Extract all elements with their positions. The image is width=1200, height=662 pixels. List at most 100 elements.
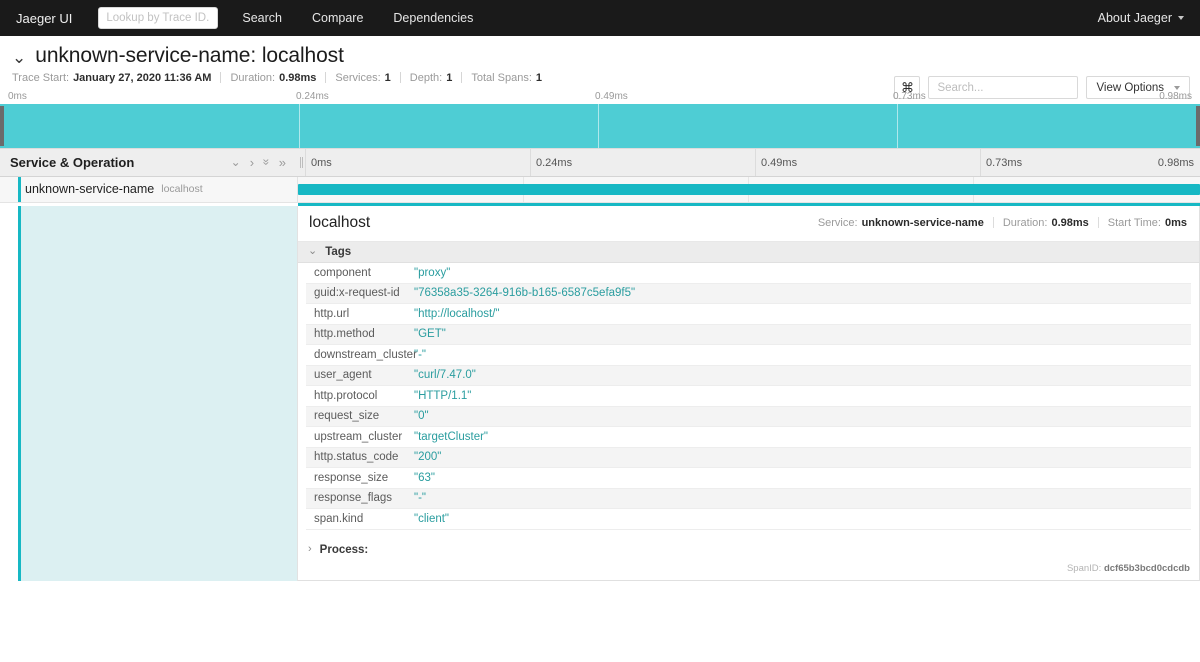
table-row: request_size "0" <box>306 406 1191 428</box>
detail-spacer <box>298 561 1199 580</box>
timeline-tick-3: 0.73ms <box>986 156 1023 169</box>
top-navbar: Jaeger UI Search Compare Dependencies Ab… <box>0 0 1200 36</box>
tags-accordion-header[interactable]: ⌄ Tags <box>298 241 1199 263</box>
page-bottom-whitespace <box>0 580 1200 662</box>
about-jaeger-menu[interactable]: About Jaeger <box>1098 11 1184 25</box>
page-title: unknown-service-name: localhost <box>35 44 344 67</box>
depth-label: Depth: <box>409 71 443 84</box>
table-row: guid:x-request-id "76358a35-3264-916b-b16… <box>306 283 1191 305</box>
span-detail-panel: localhost Service: unknown-service-name … <box>298 205 1200 581</box>
minimap-canvas[interactable] <box>0 103 1200 148</box>
minimap-selection-region[interactable] <box>0 103 1200 148</box>
span-detail-container: localhost Service: unknown-service-name … <box>0 205 1200 581</box>
minimap-tick-3: 0.73ms <box>893 90 926 102</box>
tag-key: http.status_code <box>306 447 406 469</box>
tag-value: "-" <box>406 344 1191 366</box>
tag-value: "targetCluster" <box>406 426 1191 448</box>
table-row: http.status_code "200" <box>306 447 1191 469</box>
double-chevron-down-icon[interactable]: » <box>259 159 273 166</box>
detail-starttime-value: 0ms <box>1164 216 1187 229</box>
span-duration-bar[interactable] <box>298 183 1200 195</box>
tag-key: response_flags <box>306 488 406 510</box>
table-row: user_agent "curl/7.47.0" <box>306 365 1191 387</box>
table-row: response_size "63" <box>306 467 1191 489</box>
table-row: downstream_cluster "-" <box>306 344 1191 366</box>
minimap-tick-labels: 0ms 0.24ms 0.49ms 0.73ms 0.98ms <box>0 90 1200 104</box>
minimap-gridline <box>897 103 898 148</box>
trace-start-label: Trace Start: <box>12 71 70 84</box>
table-row: http.url "http://localhost/" <box>306 303 1191 325</box>
tag-key: downstream_cluster <box>306 344 417 366</box>
timeline-scale-header: 0ms 0.24ms 0.49ms 0.73ms 0.98ms <box>305 148 1200 176</box>
table-row: http.protocol "HTTP/1.1" <box>306 385 1191 407</box>
double-chevron-right-icon[interactable]: » <box>279 156 286 169</box>
span-id-value: dcf65b3bcd0cdcdb <box>1103 562 1190 574</box>
about-jaeger-label: About Jaeger <box>1097 11 1172 25</box>
divider <box>399 72 401 84</box>
detail-service-label: Service: <box>817 216 858 229</box>
minimap-tick-2: 0.49ms <box>595 90 628 102</box>
trace-start-value: January 27, 2020 11:36 AM <box>73 71 212 84</box>
span-name-column[interactable]: unknown-service-name localhost <box>0 176 298 202</box>
chevron-down-icon[interactable]: ⌄ <box>12 49 26 66</box>
tag-value: "proxy" <box>406 262 1191 284</box>
tag-key: component <box>306 262 406 284</box>
tag-key: http.url <box>306 303 406 325</box>
duration-value: 0.98ms <box>279 71 317 84</box>
detail-duration-label: Duration: <box>1002 216 1048 229</box>
tag-key: http.protocol <box>306 385 406 407</box>
minimap-gridline <box>598 103 599 148</box>
tag-value: "HTTP/1.1" <box>406 385 1191 407</box>
nav-link-search[interactable]: Search <box>242 11 282 25</box>
span-id-footer: SpanID: dcf65b3bcd0cdcdb <box>1067 563 1190 574</box>
timeline-tick-4: 0.98ms <box>1157 156 1194 169</box>
trace-header: ⌄ unknown-service-name: localhost ⌘ View… <box>0 36 1200 99</box>
span-detail-header: localhost Service: unknown-service-name … <box>298 206 1199 242</box>
jaeger-brand[interactable]: Jaeger UI <box>16 11 72 26</box>
divider <box>461 72 463 84</box>
collapse-controls: ⌄ › » » <box>231 156 286 169</box>
tag-key: guid:x-request-id <box>306 283 406 305</box>
chevron-right-icon[interactable]: › <box>250 156 254 169</box>
tag-key: http.method <box>306 324 406 346</box>
trace-title-row: ⌄ unknown-service-name: localhost <box>10 44 1190 68</box>
minimap-drag-handle-right[interactable] <box>1196 105 1200 146</box>
total-spans-label: Total Spans: <box>471 71 532 84</box>
nav-link-compare[interactable]: Compare <box>312 11 363 25</box>
minimap-tick-0: 0ms <box>8 90 27 102</box>
nav-link-dependencies[interactable]: Dependencies <box>393 11 473 25</box>
tag-value: "76358a35-3264-916b-b165-6587c5efa9f5" <box>406 283 1191 305</box>
nav-links: Search Compare Dependencies <box>242 11 473 25</box>
table-row: upstream_cluster "targetCluster" <box>306 426 1191 448</box>
minimap-gridline <box>299 103 300 148</box>
minimap-tick-1: 0.24ms <box>296 90 329 102</box>
depth-value: 1 <box>446 71 453 84</box>
process-accordion-header[interactable]: › Process: <box>298 539 1199 561</box>
chevron-down-icon[interactable]: ⌄ <box>231 156 241 168</box>
minimap-tick-4: 0.98ms <box>1159 90 1192 102</box>
column-resize-handle[interactable] <box>298 148 305 176</box>
tag-key: request_size <box>306 406 406 428</box>
tag-key: response_size <box>306 467 406 489</box>
trace-id-lookup-input[interactable] <box>98 7 219 29</box>
duration-label: Duration: <box>230 71 276 84</box>
detail-service-value: unknown-service-name <box>861 216 984 229</box>
trace-minimap[interactable]: 0ms 0.24ms 0.49ms 0.73ms 0.98ms <box>0 90 1200 148</box>
span-bar-column[interactable] <box>298 176 1200 202</box>
span-color-accent <box>18 205 21 581</box>
tag-key: span.kind <box>306 508 406 530</box>
table-row: span.kind "client" <box>306 508 1191 530</box>
table-row[interactable]: unknown-service-name localhost <box>0 176 1200 203</box>
chevron-down-icon <box>1178 16 1184 20</box>
services-label: Services: <box>335 71 381 84</box>
span-detail-title: localhost <box>309 213 371 231</box>
gutter-margin <box>0 205 18 581</box>
timeline-tick-0: 0ms <box>311 156 332 169</box>
span-service-name: unknown-service-name <box>25 182 155 197</box>
minimap-drag-handle-left[interactable] <box>0 105 4 146</box>
divider <box>325 72 327 84</box>
services-value: 1 <box>384 71 391 84</box>
divider <box>992 217 994 229</box>
span-detail-meta: Service: unknown-service-name Duration: … <box>818 217 1187 229</box>
divider <box>1097 217 1099 229</box>
